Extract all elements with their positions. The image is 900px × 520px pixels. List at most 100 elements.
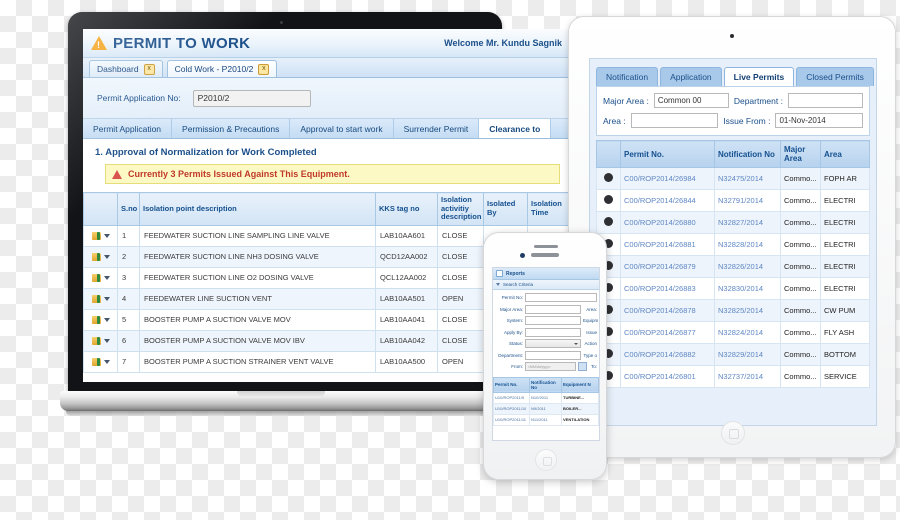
table-row[interactable]: U10/ROP2011/11 N11/2011 VENTILATION: [493, 413, 599, 426]
row-radio-cell[interactable]: [596, 189, 621, 212]
cell-notification-no[interactable]: N11/2011: [529, 413, 562, 426]
cell-permit-no[interactable]: C00/ROP2014/26882: [620, 343, 715, 366]
cell-notification-no[interactable]: N32791/2014: [714, 189, 781, 212]
row-folder-cell[interactable]: [83, 287, 118, 310]
system-input[interactable]: [525, 316, 581, 325]
row-folder-cell[interactable]: [83, 329, 118, 352]
cell-notification-no[interactable]: N32824/2014: [714, 321, 781, 344]
table-row[interactable]: U10/ROP2011/10 N9/2011 BOILER...: [493, 402, 599, 415]
tab-clearance[interactable]: Clearance to: [479, 119, 552, 138]
tab-live-permits[interactable]: Live Permits: [723, 67, 795, 86]
cell-notification-no[interactable]: N32475/2014: [714, 167, 781, 190]
tab-application[interactable]: Application: [660, 67, 722, 86]
apply-by-input[interactable]: [525, 327, 581, 337]
radio-button-icon[interactable]: [604, 173, 613, 182]
table-row[interactable]: C00/ROP2014/26878 N32825/2014 Commo... CW P…: [596, 299, 870, 322]
row-folder-cell[interactable]: [83, 266, 118, 289]
window-tab-dashboard[interactable]: Dashboard x: [89, 60, 163, 77]
phone-reports-table: Permit No. Notification No Equipment N U…: [493, 376, 599, 426]
table-row[interactable]: U10/ROP2011/9 N10/2011 TURBINE...: [493, 391, 599, 404]
phone-home-button[interactable]: [535, 449, 557, 471]
cell-major-area: Commo...: [780, 277, 821, 300]
chevron-down-icon[interactable]: [103, 339, 110, 344]
cell-notification-no[interactable]: N32737/2014: [714, 365, 781, 388]
folder-icon[interactable]: [91, 295, 101, 304]
folder-icon[interactable]: [91, 274, 101, 283]
cell-permit-no[interactable]: C00/ROP2014/26881: [620, 233, 715, 256]
cell-notification-no[interactable]: N32825/2014: [714, 299, 781, 322]
permit-no-input[interactable]: [525, 293, 597, 302]
chevron-down-icon[interactable]: [103, 255, 110, 260]
table-row[interactable]: C00/ROP2014/26881 N32828/2014 Commo... ELEC…: [596, 233, 870, 256]
chevron-down-icon[interactable]: [103, 318, 110, 323]
cell-permit-no[interactable]: C00/ROP2014/26984: [620, 167, 715, 190]
row-folder-cell[interactable]: [83, 308, 118, 331]
table-row[interactable]: C00/ROP2014/26879 N32826/2014 Commo... ELEC…: [596, 255, 870, 278]
row-folder-cell[interactable]: [83, 350, 118, 373]
radio-button-icon[interactable]: [604, 195, 613, 204]
cell-permit-no[interactable]: U10/ROP2011/11: [493, 413, 530, 426]
chevron-down-icon[interactable]: [103, 297, 110, 302]
cell-permit-no[interactable]: C00/ROP2014/26883: [620, 277, 715, 300]
tab-surrender-permit[interactable]: Surrender Permit: [394, 119, 480, 138]
chevron-down-icon[interactable]: [103, 360, 110, 365]
table-row[interactable]: C00/ROP2014/26882 N32829/2014 Commo... BOTT…: [596, 343, 870, 366]
issue-from-input[interactable]: 01-Nov-2014: [775, 113, 864, 128]
permit-app-no-input[interactable]: P2010/2: [192, 89, 311, 107]
major-area-input[interactable]: Common 00: [653, 93, 729, 108]
department-input[interactable]: [787, 93, 863, 108]
table-row[interactable]: C00/ROP2014/26880 N32827/2014 Commo... ELEC…: [596, 211, 870, 234]
tablet-screen: Notification Application Live Permits Cl…: [589, 58, 877, 426]
folder-icon[interactable]: [91, 337, 101, 346]
area-input[interactable]: [630, 113, 719, 128]
cell-notification-no[interactable]: N32827/2014: [714, 211, 781, 234]
cell-notification-no[interactable]: N32826/2014: [714, 255, 781, 278]
cell-sno: 6: [117, 329, 140, 352]
row-radio-cell[interactable]: [596, 211, 621, 234]
cell-permit-no[interactable]: C00/ROP2014/26879: [620, 255, 715, 278]
th-icon: [83, 192, 118, 226]
tab-notification[interactable]: Notification: [596, 67, 659, 86]
status-select[interactable]: [525, 339, 581, 348]
cell-notification-no[interactable]: N32828/2014: [714, 233, 781, 256]
table-row[interactable]: C00/ROP2014/26984 N32475/2014 Commo... FOPH…: [596, 167, 870, 190]
cell-permit-no[interactable]: C00/ROP2014/26880: [620, 211, 715, 234]
folder-icon[interactable]: [91, 232, 101, 241]
cell-notification-no[interactable]: N9/2011: [529, 402, 562, 415]
cell-permit-no[interactable]: C00/ROP2014/26878: [620, 299, 715, 322]
row-folder-cell[interactable]: [83, 224, 118, 247]
chevron-down-icon[interactable]: [103, 234, 110, 239]
chevron-down-icon[interactable]: [103, 276, 110, 281]
cell-permit-no[interactable]: C00/ROP2014/26844: [620, 189, 715, 212]
tab-permit-application[interactable]: Permit Application: [83, 119, 173, 138]
calendar-icon[interactable]: [578, 362, 587, 371]
table-row[interactable]: C00/ROP2014/26883 N32830/2014 Commo... ELEC…: [596, 277, 870, 300]
close-icon[interactable]: x: [258, 63, 270, 75]
tab-approval-to-start-work[interactable]: Approval to start work: [290, 119, 394, 138]
search-criteria-header[interactable]: Search Criteria: [493, 280, 599, 290]
table-row[interactable]: C00/ROP2014/26801 N32737/2014 Commo... SERV…: [596, 365, 870, 388]
cell-permit-no[interactable]: C00/ROP2014/26801: [620, 365, 715, 388]
department-input[interactable]: [525, 350, 581, 360]
close-icon[interactable]: x: [143, 63, 155, 75]
tab-closed-permits[interactable]: Closed Permits: [796, 67, 874, 86]
radio-button-icon[interactable]: [604, 217, 613, 226]
cell-permit-no[interactable]: C00/ROP2014/26877: [620, 321, 715, 344]
table-row[interactable]: C00/ROP2014/26877 N32824/2014 Commo... FLY …: [596, 321, 870, 344]
row-folder-cell[interactable]: [83, 245, 118, 268]
cell-permit-no[interactable]: U10/ROP2011/10: [493, 402, 530, 415]
window-tab-cold-work[interactable]: Cold Work - P2010/2 x: [166, 60, 278, 77]
folder-icon[interactable]: [91, 358, 101, 367]
major-area-input[interactable]: [525, 304, 581, 314]
table-row[interactable]: C00/ROP2014/26844 N32791/2014 Commo... ELEC…: [596, 189, 870, 212]
cell-notification-no[interactable]: N10/2011: [529, 391, 562, 404]
from-date-input[interactable]: <MM/dd/yyyy>: [525, 362, 576, 371]
tablet-home-button[interactable]: [721, 421, 745, 445]
row-radio-cell[interactable]: [596, 167, 621, 190]
folder-icon[interactable]: [91, 253, 101, 262]
cell-notification-no[interactable]: N32830/2014: [714, 277, 781, 300]
tab-permission-precautions[interactable]: Permission & Precautions: [172, 119, 291, 138]
folder-icon[interactable]: [91, 316, 101, 325]
cell-permit-no[interactable]: U10/ROP2011/9: [493, 391, 530, 404]
cell-notification-no[interactable]: N32829/2014: [714, 343, 781, 366]
